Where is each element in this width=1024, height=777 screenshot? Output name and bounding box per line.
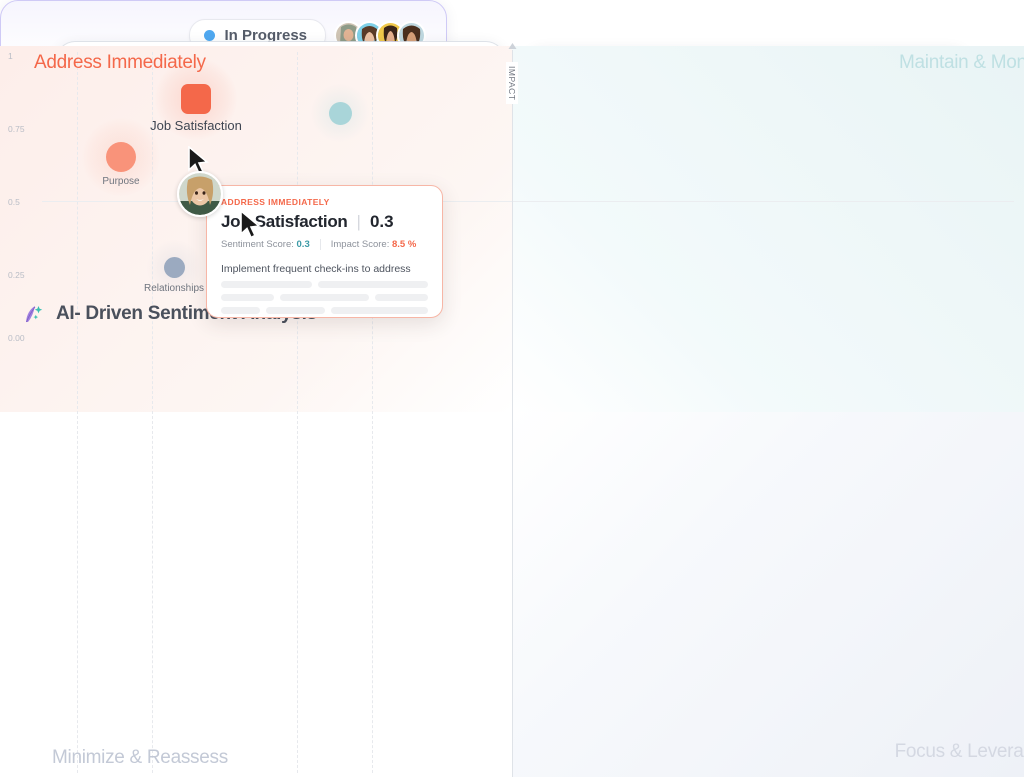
sentiment-scatter-plot: 1 0.75 0.5 0.25 0.00 Address Immediately… [0, 283, 443, 635]
y-tick-label: 0.00 [8, 333, 25, 343]
dashboard-collage: Q3 Feedback Anonymity Q1. I'm satisfied … [0, 0, 1024, 777]
quadrant-bottom-left [0, 412, 443, 636]
sentiment-tooltip: ADDRESS IMMEDIATELY Job Satisfaction | 0… [206, 283, 443, 318]
skeleton-line [221, 294, 274, 301]
status-dot-icon [204, 30, 215, 41]
skeleton-row [221, 283, 428, 288]
gridline-vertical [152, 283, 153, 635]
skeleton-line [280, 294, 369, 301]
gridline-vertical [372, 283, 373, 635]
skeleton-line [318, 283, 428, 288]
gridline-vertical [77, 283, 78, 635]
skeleton-row [221, 294, 428, 301]
skeleton-line [221, 283, 312, 288]
gridline-vertical [297, 283, 298, 635]
skeleton-line [331, 307, 429, 314]
skeleton-line [266, 307, 325, 314]
skeleton-line [221, 307, 260, 314]
skeleton-row [221, 307, 428, 314]
sentiment-analysis-card: AI- Driven Sentiment Analysis 1 0.75 0.5… [0, 283, 443, 635]
skeleton-line [375, 294, 428, 301]
ai-feather-sparkle-icon [23, 302, 47, 326]
